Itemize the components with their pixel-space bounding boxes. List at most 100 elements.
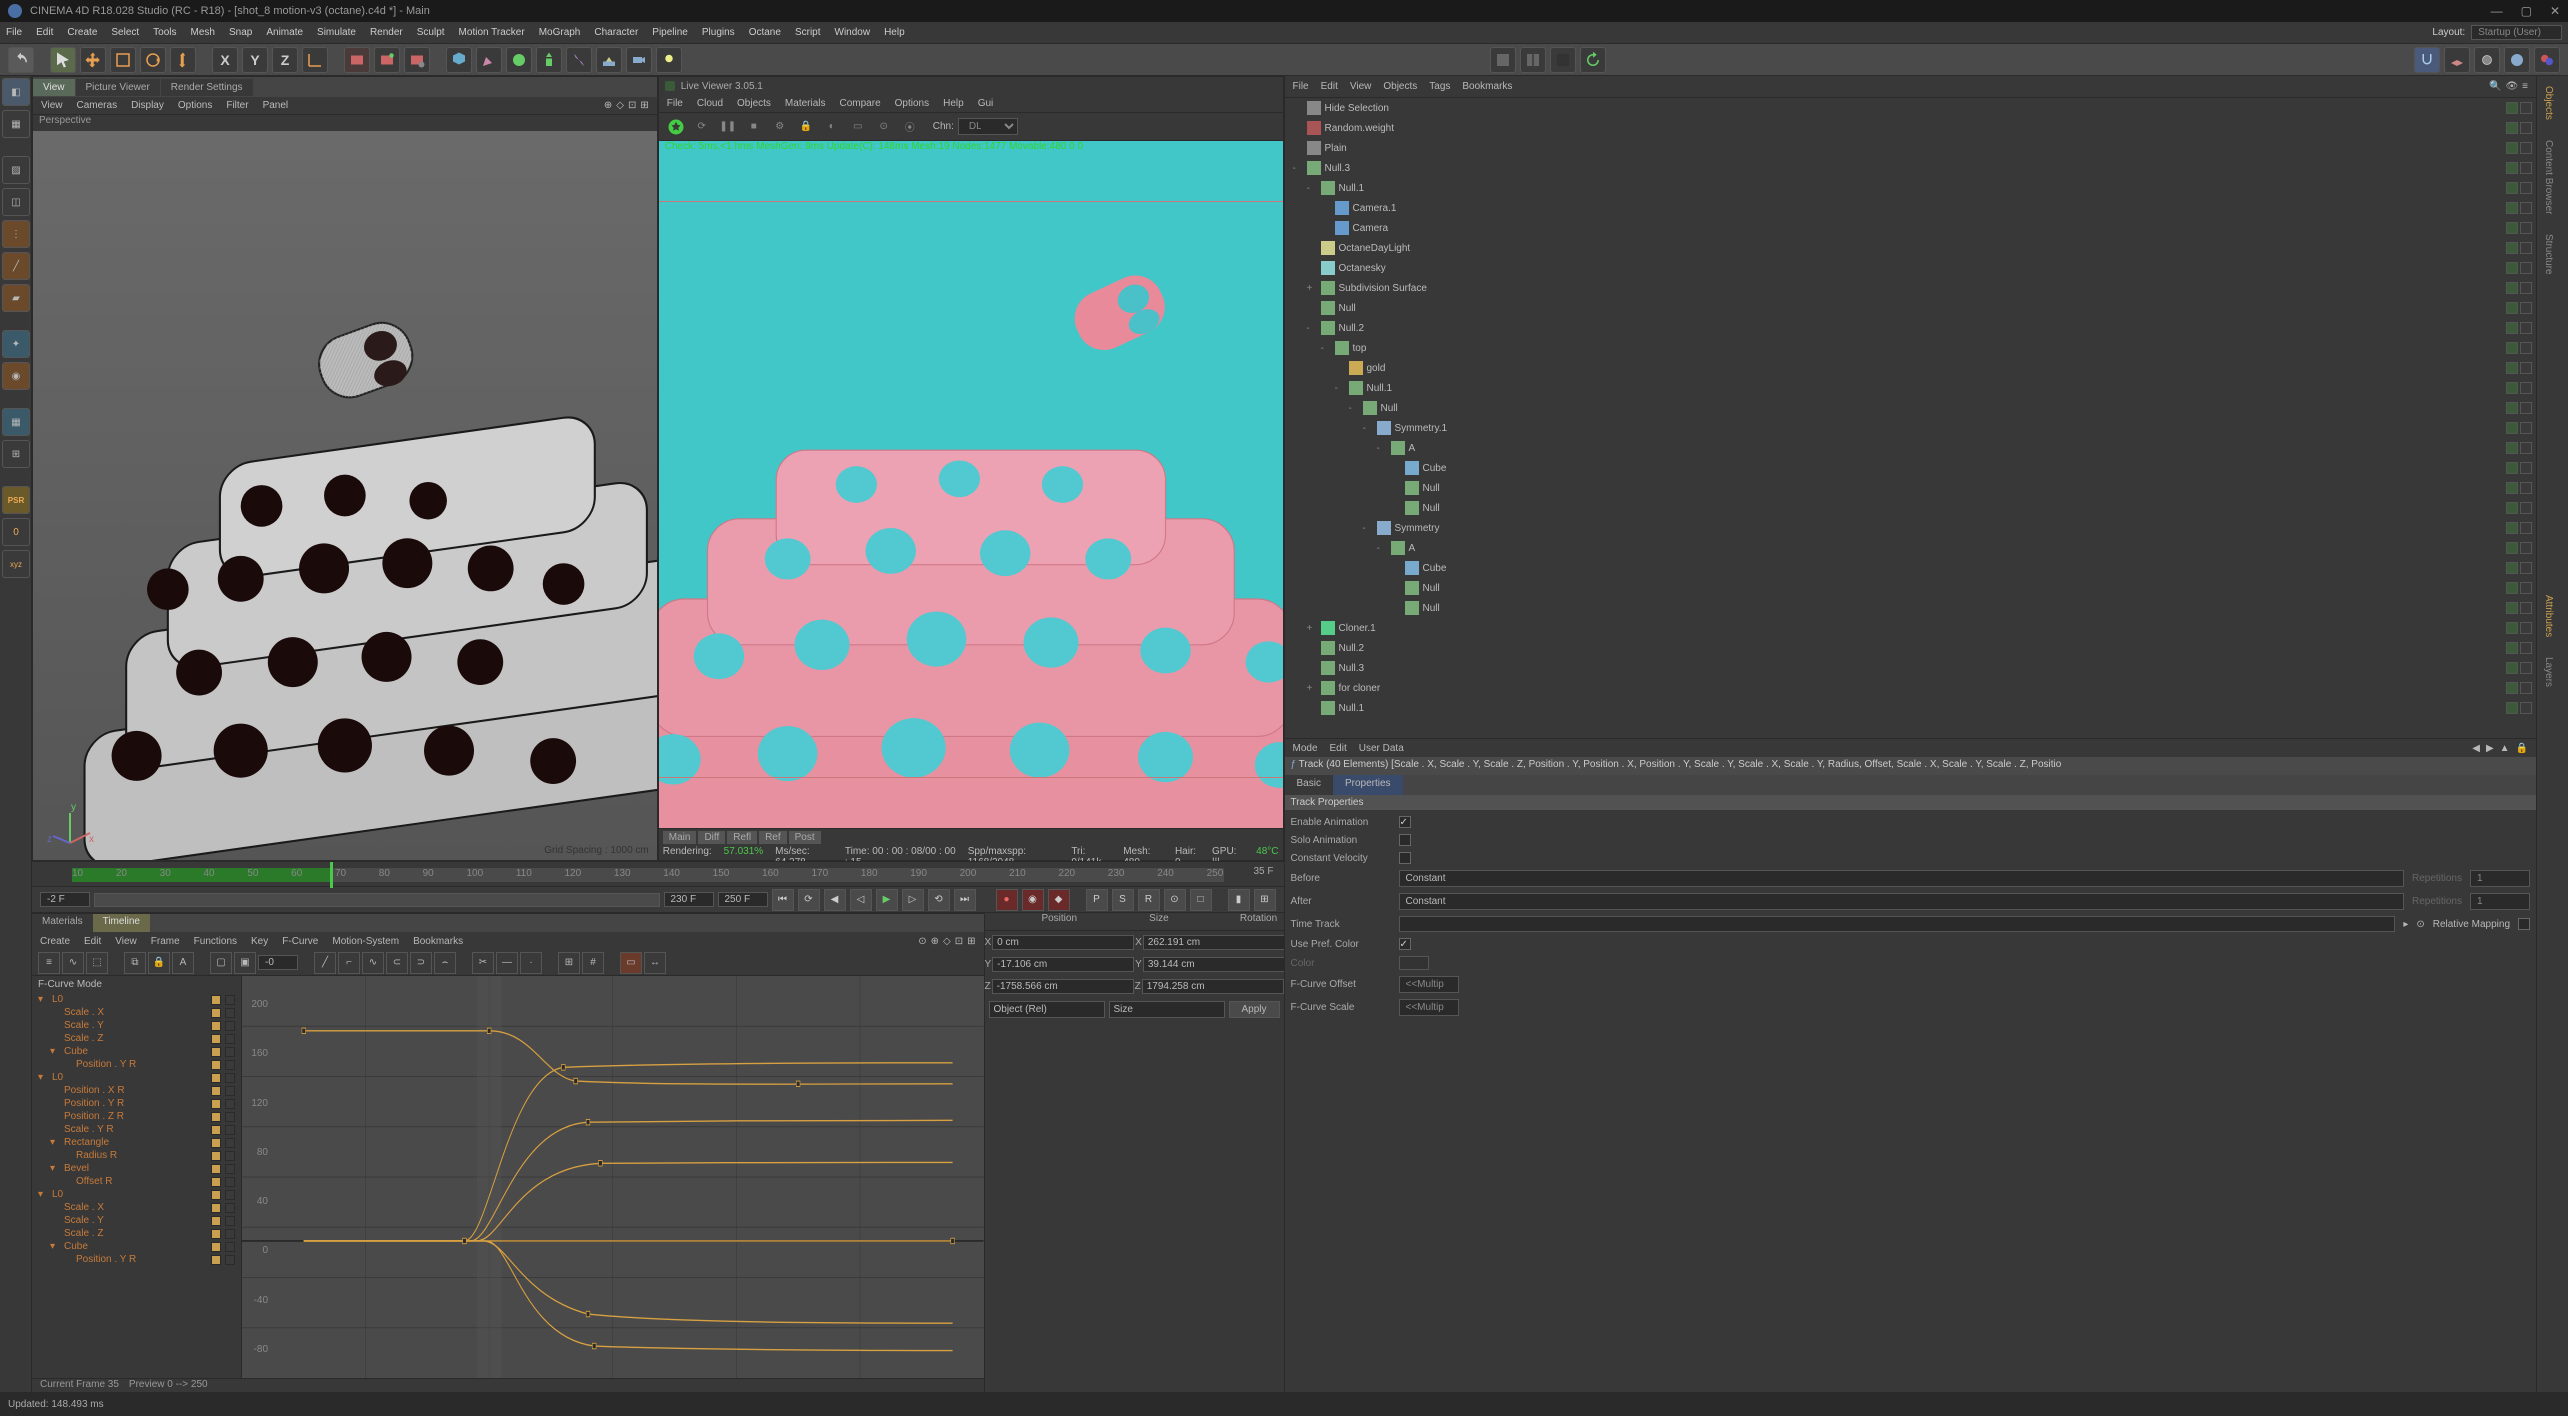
lv-pause-button[interactable]: ❚❚: [717, 116, 739, 138]
fcurve-track-item[interactable]: ▾Cube: [32, 1240, 241, 1253]
undo-button[interactable]: [8, 47, 34, 73]
lv-clay-button[interactable]: ◐: [821, 116, 843, 138]
rel-mapping-checkbox[interactable]: [2518, 918, 2530, 930]
lv-pass-post[interactable]: Post: [789, 831, 821, 844]
timeline-preview-end[interactable]: [718, 892, 768, 907]
rt-tab-attributes[interactable]: Attributes: [2537, 585, 2560, 647]
fc-tangent-linear[interactable]: ╱: [314, 952, 336, 974]
object-tree-item[interactable]: Null: [1285, 578, 2537, 598]
lv-stop-button[interactable]: ■: [743, 116, 765, 138]
menu-create[interactable]: Create: [67, 27, 97, 38]
workplane-button[interactable]: [2444, 47, 2470, 73]
object-tree-item[interactable]: Null: [1285, 478, 2537, 498]
bp-menu-create[interactable]: Create: [40, 936, 70, 947]
viewport-mode-button[interactable]: ◉: [2, 362, 30, 390]
lv-menu-objects[interactable]: Objects: [737, 98, 771, 109]
bp-menu-key[interactable]: Key: [251, 936, 268, 947]
play-button[interactable]: ▶: [876, 889, 898, 911]
goto-start-button[interactable]: ⏮: [772, 889, 794, 911]
edges-mode-button[interactable]: ╱: [2, 252, 30, 280]
fcurve-scale-input[interactable]: [1399, 999, 1459, 1016]
fc-snap-button[interactable]: ⊞: [558, 952, 580, 974]
object-tree-item[interactable]: Cube: [1285, 558, 2537, 578]
coord-apply-button[interactable]: Apply: [1229, 1001, 1280, 1018]
fcurve-track-item[interactable]: Position . Y R: [32, 1097, 241, 1110]
obj-menu-tags[interactable]: Tags: [1429, 81, 1450, 92]
fc-zero-angle[interactable]: —: [496, 952, 518, 974]
polygons-mode-button[interactable]: ▰: [2, 284, 30, 312]
vp-menu-cameras[interactable]: Cameras: [77, 100, 118, 111]
lv-pass-ref[interactable]: Ref: [759, 831, 787, 844]
attr-tab-properties[interactable]: Properties: [1333, 775, 1403, 795]
fcurve-track-item[interactable]: Scale . Z: [32, 1227, 241, 1240]
keypla-button[interactable]: □: [1190, 889, 1212, 911]
timeline-ruler[interactable]: 1020304050607080901001101201301401501601…: [32, 861, 1284, 887]
menu-sculpt[interactable]: Sculpt: [417, 27, 445, 38]
content-browser-button[interactable]: [2534, 47, 2560, 73]
fcurve-track-item[interactable]: Position . Y R: [32, 1253, 241, 1266]
loop-button[interactable]: ⟳: [798, 889, 820, 911]
lv-refresh-button[interactable]: ⟳: [691, 116, 713, 138]
object-tree-item[interactable]: -A: [1285, 538, 2537, 558]
vp-nav-icon[interactable]: ◇: [616, 100, 624, 111]
object-tree-item[interactable]: -Symmetry.1: [1285, 418, 2537, 438]
color-swatch[interactable]: [1399, 956, 1429, 970]
object-tree-item[interactable]: Null.2: [1285, 638, 2537, 658]
attr-lock-icon[interactable]: 🔒: [2516, 743, 2528, 754]
object-tree-item[interactable]: gold: [1285, 358, 2537, 378]
fcurve-track-item[interactable]: Scale . X: [32, 1006, 241, 1019]
coord-pos-Z[interactable]: [992, 979, 1134, 994]
coord-mode-dropdown[interactable]: Object (Rel): [989, 1001, 1105, 1018]
solo-anim-checkbox[interactable]: [1399, 834, 1411, 846]
cycle-button[interactable]: ⟲: [928, 889, 950, 911]
pref-color-checkbox[interactable]: [1399, 938, 1411, 950]
vp-nav-icon[interactable]: ⊕: [604, 100, 612, 111]
fcurve-track-item[interactable]: ▾L0: [32, 993, 241, 1006]
rt-tab-layers[interactable]: Layers: [2537, 647, 2560, 697]
view-split2-button[interactable]: [1520, 47, 1546, 73]
fc-quant-button[interactable]: #: [582, 952, 604, 974]
menu-snap[interactable]: Snap: [229, 27, 252, 38]
coord-pos-Y[interactable]: [992, 957, 1134, 972]
fcurve-track-item[interactable]: ▾L0: [32, 1071, 241, 1084]
prev-frame-button[interactable]: ◀: [824, 889, 846, 911]
fc-zero-len[interactable]: ·: [520, 952, 542, 974]
points-mode-button[interactable]: ⋮: [2, 220, 30, 248]
vp-menu-filter[interactable]: Filter: [226, 100, 248, 111]
lv-menu-materials[interactable]: Materials: [785, 98, 826, 109]
tab-render-settings[interactable]: Render Settings: [161, 79, 253, 96]
live-viewer-render[interactable]: Check: 5ms,<1 hms MeshGen: 9ms Update(C)…: [659, 141, 1283, 828]
select-tool[interactable]: [50, 47, 76, 73]
lv-menu-cloud[interactable]: Cloud: [697, 98, 723, 109]
lv-region-button[interactable]: ▭: [847, 116, 869, 138]
object-tree-item[interactable]: Hide Selection: [1285, 98, 2537, 118]
camera-tool[interactable]: [626, 47, 652, 73]
menu-file[interactable]: File: [6, 27, 22, 38]
autokey-button[interactable]: ◉: [1022, 889, 1044, 911]
render-settings-button[interactable]: [404, 47, 430, 73]
object-manager-tree[interactable]: Hide SelectionRandom.weightPlain-Null.3-…: [1285, 98, 2537, 738]
vp-menu-view[interactable]: View: [41, 100, 63, 111]
object-mode-button[interactable]: ▦: [2, 110, 30, 138]
lv-chn-dropdown[interactable]: DL: [958, 118, 1018, 135]
menu-select[interactable]: Select: [111, 27, 139, 38]
menu-motiontracker[interactable]: Motion Tracker: [459, 27, 525, 38]
fcurve-track-item[interactable]: ▾Rectangle: [32, 1136, 241, 1149]
marker-button[interactable]: ▮: [1228, 889, 1250, 911]
lv-menu-options[interactable]: Options: [895, 98, 929, 109]
minimize-button[interactable]: —: [2491, 4, 2503, 18]
fcurve-offset-input[interactable]: [1399, 976, 1459, 993]
fc-value-input[interactable]: [258, 955, 298, 970]
tab-materials[interactable]: Materials: [32, 914, 93, 932]
object-tree-item[interactable]: Null: [1285, 598, 2537, 618]
object-tree-item[interactable]: -Null.1: [1285, 178, 2537, 198]
key-button[interactable]: ◆: [1048, 889, 1070, 911]
goto-end-button[interactable]: ⏭: [954, 889, 976, 911]
close-button[interactable]: ✕: [2550, 4, 2560, 18]
object-tree-item[interactable]: -top: [1285, 338, 2537, 358]
snap-key-button[interactable]: ⊞: [1254, 889, 1276, 911]
vp-nav-icon[interactable]: ⊞: [640, 100, 648, 111]
object-tree-item[interactable]: -Null: [1285, 398, 2537, 418]
object-tree-item[interactable]: -Symmetry: [1285, 518, 2537, 538]
coord-size-X[interactable]: [1143, 935, 1285, 950]
